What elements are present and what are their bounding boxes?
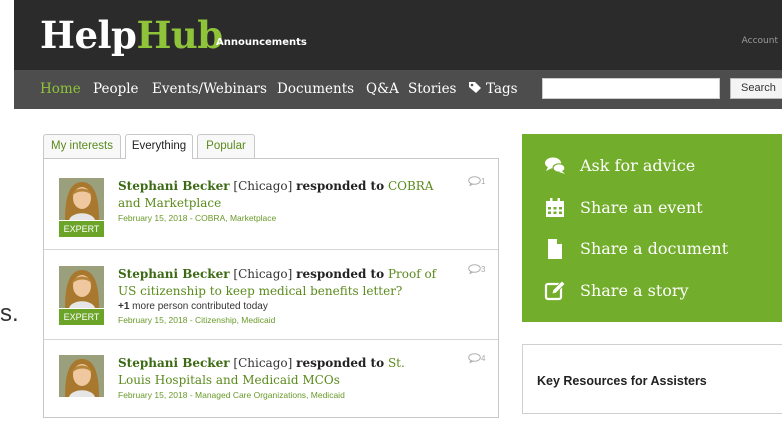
item-meta: February 15, 2018 - Managed Care Organiz… [118, 390, 345, 400]
author-name-link[interactable]: Stephani Becker [118, 356, 230, 370]
share-event-label: Share an event [580, 198, 703, 217]
contributors-note: +1 more person contributed today [118, 300, 438, 314]
account-link[interactable]: Account [742, 36, 778, 46]
key-resources-box: Key Resources for Assisters [522, 344, 782, 414]
search-button[interactable]: Search [730, 78, 782, 99]
avatar[interactable] [59, 178, 104, 220]
nav-tags-label: Tags [486, 81, 518, 97]
share-document-label: Share a document [580, 239, 729, 258]
search-input[interactable] [542, 78, 720, 99]
avatar[interactable] [59, 355, 104, 397]
share-actions-panel: Ask for advice Share an event Share a do… [522, 134, 782, 322]
feed-item-text: Stephani Becker [Chicago] responded to S… [118, 355, 438, 402]
document-icon [544, 238, 566, 260]
share-story-label: Share a story [580, 281, 689, 300]
nav-tags[interactable]: Tags [468, 81, 518, 98]
feed-item: EXPERT Stephani Becker [Chicago] respond… [44, 250, 498, 336]
cropped-text-fragment: s. [0, 300, 19, 327]
main-nav: Home People Events/Webinars Documents Q&… [14, 70, 782, 109]
activity-feed: EXPERT Stephani Becker [Chicago] respond… [43, 158, 499, 418]
key-resources-title: Key Resources for Assisters [537, 374, 707, 388]
author-location: [Chicago] [233, 356, 293, 370]
comment-count[interactable]: 4 [468, 353, 486, 364]
chat-bubbles-icon [544, 155, 566, 177]
expert-badge: EXPERT [59, 309, 104, 325]
nav-qa[interactable]: Q&A [366, 81, 399, 97]
feed-item: EXPERT Stephani Becker [Chicago] respond… [44, 162, 498, 248]
tab-my-interests[interactable]: My interests [43, 134, 121, 158]
action-verb: responded to [296, 267, 385, 281]
edit-icon [544, 280, 566, 302]
nav-documents[interactable]: Documents [277, 81, 354, 97]
nav-stories[interactable]: Stories [408, 81, 457, 97]
nav-people[interactable]: People [93, 81, 139, 97]
tag-icon [468, 81, 483, 98]
ask-advice-label: Ask for advice [580, 156, 696, 175]
comment-count[interactable]: 3 [468, 264, 486, 275]
author-name-link[interactable]: Stephani Becker [118, 267, 230, 281]
tab-popular[interactable]: Popular [197, 134, 255, 158]
author-location: [Chicago] [233, 267, 293, 281]
comment-count-value: 4 [481, 354, 486, 363]
nav-events-webinars[interactable]: Events/Webinars [152, 81, 267, 97]
announcements-link[interactable]: Announcements [216, 37, 307, 48]
comment-icon [468, 353, 481, 364]
helphub-logo[interactable]: HelpHub [40, 13, 223, 57]
item-meta: February 15, 2018 - COBRA, Marketplace [118, 213, 277, 223]
item-meta: February 15, 2018 - Citizenship, Medicai… [118, 315, 276, 325]
tab-everything[interactable]: Everything [125, 134, 193, 159]
action-verb: responded to [296, 179, 385, 193]
feed-item: Stephani Becker [Chicago] responded to S… [44, 339, 498, 425]
top-header: HelpHub Announcements Account [14, 0, 782, 70]
comment-count[interactable]: 1 [468, 176, 486, 187]
comment-icon [468, 176, 481, 187]
contributors-count: +1 [118, 301, 130, 312]
comment-icon [468, 264, 481, 275]
avatar[interactable] [59, 266, 104, 308]
author-name-link[interactable]: Stephani Becker [118, 179, 230, 193]
feed-item-text: Stephani Becker [Chicago] responded to P… [118, 266, 438, 327]
comment-count-value: 3 [481, 265, 486, 274]
feed-item-text: Stephani Becker [Chicago] responded to C… [118, 178, 438, 225]
contributors-text: more person contributed today [129, 301, 268, 312]
author-location: [Chicago] [233, 179, 293, 193]
comment-count-value: 1 [481, 177, 486, 186]
logo-help-text: Help [40, 13, 137, 57]
calendar-icon [544, 197, 566, 219]
nav-home[interactable]: Home [40, 81, 81, 97]
logo-hub-text: Hub [136, 13, 223, 57]
action-verb: responded to [296, 356, 385, 370]
expert-badge: EXPERT [59, 221, 104, 237]
